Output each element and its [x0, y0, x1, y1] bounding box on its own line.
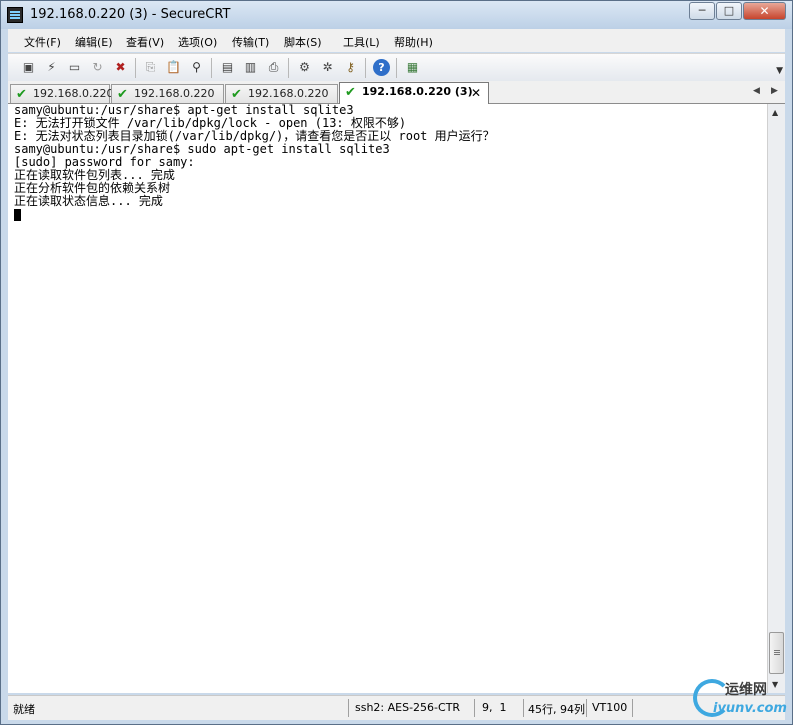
terminal-cursor [14, 209, 21, 221]
scrollbar-thumb[interactable] [769, 632, 784, 674]
toolbar-separator [365, 58, 366, 78]
menu-help[interactable]: 帮助(H) [394, 34, 433, 50]
status-cipher: ssh2: AES-256-CTR [355, 701, 461, 714]
menu-view[interactable]: 查看(V) [126, 34, 164, 50]
connect-in-tab-icon[interactable]: ▭ [66, 59, 83, 76]
menu-bar: 文件(F) 编辑(E) 查看(V) 选项(O) 传输(T) 脚本(S) 工具(L… [8, 29, 785, 52]
connected-check-icon: ✔ [345, 85, 356, 100]
connect-icon[interactable]: ▣ [20, 59, 37, 76]
session-options-icon[interactable]: ⚙ [296, 59, 313, 76]
terminal-scrollbar[interactable]: ▲ ▼ [767, 104, 785, 693]
securecrt-window: 192.168.0.220 (3) - SecureCRT ─ □ ✕ 文件(F… [0, 0, 793, 725]
status-bar: 就绪 ssh2: AES-256-CTR 9, 1 45行, 94列 VT100 [8, 695, 785, 720]
tab-session-2[interactable]: ✔ 192.168.0.220 (2) [225, 84, 338, 117]
connected-check-icon: ✔ [117, 87, 128, 102]
watermark-url: iyunv.com [713, 701, 787, 716]
window-controls: ─ □ ✕ [688, 2, 786, 20]
menu-file[interactable]: 文件(F) [24, 34, 61, 50]
paste-icon[interactable]: 📋 [165, 59, 182, 76]
status-ready: 就绪 [13, 703, 35, 716]
connected-check-icon: ✔ [231, 87, 242, 102]
menu-tools[interactable]: 工具(L) [343, 34, 380, 50]
print-selection-icon[interactable]: ▥ [242, 59, 259, 76]
window-title: 192.168.0.220 (3) - SecureCRT [30, 7, 231, 22]
menu-transfer[interactable]: 传输(T) [232, 34, 269, 50]
status-separator [474, 699, 475, 717]
terminal-line: 正在读取状态信息... 完成 [14, 194, 163, 208]
disconnect-icon[interactable]: ✖ [112, 59, 129, 76]
status-separator [632, 699, 633, 717]
quick-connect-icon[interactable]: ⚡ [43, 59, 60, 76]
tab-scroll-left-icon[interactable]: ◀ [753, 86, 760, 96]
tab-session-1[interactable]: ✔ 192.168.0.220 (1) [111, 84, 224, 117]
watermark: 运维网 iyunv.com [691, 677, 791, 723]
toolbar-separator [211, 58, 212, 78]
find-icon[interactable]: ⚲ [188, 59, 205, 76]
scroll-up-icon[interactable]: ▲ [772, 108, 778, 117]
securecrt-app-icon[interactable] [7, 7, 23, 23]
toolbar-overflow-icon[interactable]: ▼ [776, 66, 783, 76]
tab-session-3[interactable]: ✔ 192.168.0.220 (3) ✕ [339, 82, 489, 104]
reconnect-icon[interactable]: ↻ [89, 59, 106, 76]
help-icon[interactable]: ? [373, 59, 390, 76]
connected-check-icon: ✔ [16, 87, 27, 102]
menu-script[interactable]: 脚本(S) [284, 34, 322, 50]
tab-session-0[interactable]: ✔ 192.168.0.220 [10, 84, 114, 103]
terminal-area[interactable]: samy@ubuntu:/usr/share$ apt-get install … [8, 104, 767, 693]
sftp-icon[interactable]: ▦ [404, 59, 421, 76]
menu-options[interactable]: 选项(O) [178, 34, 217, 50]
toolbar: ▣ ⚡ ▭ ↻ ✖ ⎘ 📋 ⚲ ▤ ▥ ⎙ ⚙ ✲ ⚷ ? ▦ ▼ [8, 53, 785, 82]
tab-close-icon[interactable]: ✕ [471, 85, 481, 102]
global-options-icon[interactable]: ✲ [319, 59, 336, 76]
print-screen-icon[interactable]: ▤ [219, 59, 236, 76]
toolbar-separator [396, 58, 397, 78]
tab-scroll-right-icon[interactable]: ▶ [771, 86, 778, 96]
maximize-button[interactable]: □ [716, 2, 742, 20]
title-bar[interactable]: 192.168.0.220 (3) - SecureCRT ─ □ ✕ [1, 1, 792, 29]
menu-edit[interactable]: 编辑(E) [75, 34, 113, 50]
status-emulation: VT100 [592, 701, 628, 714]
print-icon[interactable]: ⎙ [265, 59, 282, 76]
status-cursor-position: 9, 1 [482, 701, 507, 714]
status-separator [586, 699, 587, 717]
toolbar-separator [288, 58, 289, 78]
minimize-button[interactable]: ─ [689, 2, 715, 20]
status-terminal-size: 45行, 94列 [528, 703, 585, 716]
watermark-text: 运维网 [725, 682, 767, 698]
key-icon[interactable]: ⚷ [342, 59, 359, 76]
toolbar-separator [135, 58, 136, 78]
status-separator [348, 699, 349, 717]
tab-label: 192.168.0.220 (3) [362, 85, 473, 98]
session-tab-strip: ✔ 192.168.0.220 ✔ 192.168.0.220 (1) ✔ 19… [8, 81, 785, 117]
tab-label: 192.168.0.220 [33, 87, 114, 100]
close-button[interactable]: ✕ [743, 2, 786, 20]
status-separator [523, 699, 524, 717]
copy-icon[interactable]: ⎘ [142, 59, 159, 76]
